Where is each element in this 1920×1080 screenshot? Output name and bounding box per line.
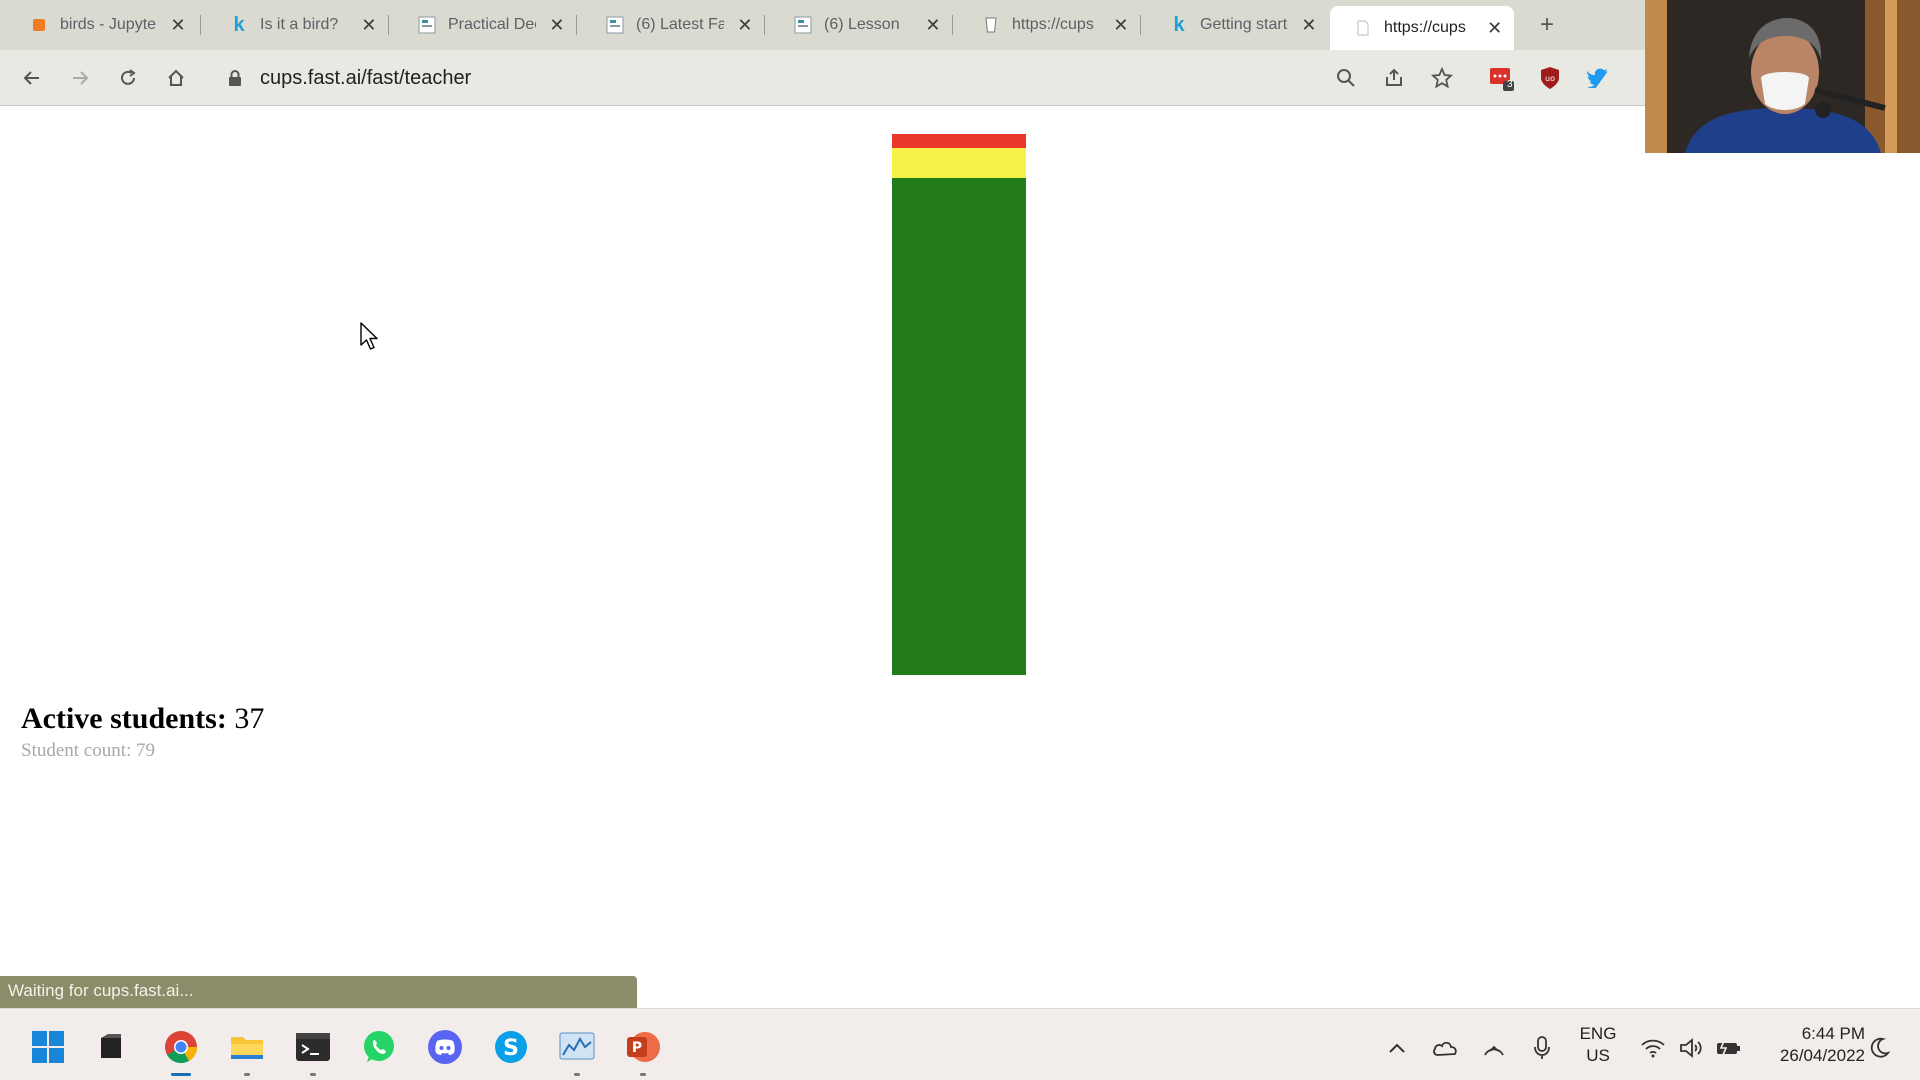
battery-icon[interactable]: [1713, 1033, 1743, 1063]
tab-getting-started[interactable]: k Getting started ✕: [1140, 6, 1328, 44]
active-students-heading: Active students: 37: [21, 702, 264, 736]
reload-button[interactable]: [112, 62, 144, 94]
windows-start-icon[interactable]: [28, 1027, 68, 1067]
forum-icon: [418, 16, 436, 34]
close-icon[interactable]: ✕: [548, 15, 566, 36]
webcam-overlay: [1645, 0, 1920, 153]
new-tab-button[interactable]: +: [1531, 10, 1563, 40]
active-students-count: 37: [234, 702, 265, 735]
tab-birds-jupyter[interactable]: birds - Jupyter ✕: [0, 6, 201, 44]
tab-label: Getting started: [1200, 16, 1288, 33]
skype-icon[interactable]: S: [491, 1027, 531, 1067]
forward-button[interactable]: [64, 62, 96, 94]
cups-red-segment: [892, 134, 1026, 148]
svg-text:S: S: [503, 1036, 519, 1061]
microphone-icon[interactable]: [1527, 1033, 1557, 1063]
tab-cups-teacher[interactable]: https://cups ✕: [1330, 6, 1514, 50]
home-icon: [168, 69, 184, 86]
network-arc-icon[interactable]: [1479, 1033, 1509, 1063]
clock-date: 26/04/2022: [1779, 1046, 1865, 1065]
home-button[interactable]: [160, 62, 192, 94]
tab-cups-student[interactable]: https://cups ✕: [952, 6, 1141, 44]
zoom-icon[interactable]: [1332, 64, 1360, 92]
close-icon[interactable]: ✕: [1112, 15, 1130, 36]
onedrive-cloud-icon[interactable]: [1430, 1033, 1460, 1063]
focus-moon-icon[interactable]: [1865, 1033, 1895, 1063]
language-code: ENG: [1579, 1024, 1617, 1043]
arrow-right-icon: [73, 71, 89, 85]
clock-time: 6:44 PM: [1801, 1024, 1865, 1043]
share-icon[interactable]: [1380, 64, 1408, 92]
reload-icon: [121, 69, 136, 85]
lock-icon: [228, 70, 242, 86]
powerpoint-icon[interactable]: P: [623, 1027, 663, 1076]
student-count-text: Student count: 79: [21, 740, 156, 761]
kaggle-icon: k: [1173, 13, 1185, 36]
file-explorer-icon[interactable]: [227, 1027, 267, 1076]
tab-label: Is it a bird?: [260, 16, 339, 33]
tab-label: Practical Deep: [448, 16, 536, 33]
tab-label: https://cups: [1384, 19, 1466, 36]
back-button[interactable]: [16, 62, 48, 94]
windows-taskbar: S P ENG US 6:44 PM 26/04/2022: [0, 1008, 1920, 1080]
svg-text:P: P: [632, 1040, 642, 1056]
tab-is-it-a-bird[interactable]: k Is it a bird? ✕: [200, 6, 389, 44]
close-icon[interactable]: ✕: [360, 15, 378, 36]
file-icon[interactable]: [91, 1027, 131, 1067]
browser-toolbar: cups.fast.ai/fast/teacher 3 uo: [0, 50, 1920, 106]
mouse-cursor-icon: [360, 322, 382, 357]
volume-icon[interactable]: [1676, 1033, 1706, 1063]
close-icon[interactable]: ✕: [1485, 18, 1504, 39]
chrome-icon[interactable]: [161, 1027, 201, 1076]
tab-latest-fastai[interactable]: (6) Latest Fast ✕: [576, 6, 765, 44]
resource-monitor-icon[interactable]: [557, 1027, 597, 1076]
forum-icon: [606, 16, 624, 34]
forum-icon: [794, 16, 812, 34]
extension-badge: 3: [1507, 79, 1513, 90]
wifi-icon[interactable]: [1638, 1033, 1668, 1063]
tab-strip: birds - Jupyter ✕ k Is it a bird? ✕ Prac…: [0, 0, 1920, 50]
system-clock[interactable]: 6:44 PM 26/04/2022: [1755, 1023, 1865, 1067]
active-students-label: Active students:: [21, 702, 227, 735]
whatsapp-icon[interactable]: [359, 1027, 399, 1067]
chevron-up-icon[interactable]: [1382, 1033, 1412, 1063]
cup-icon: [982, 16, 1000, 34]
browser-status-bar: Waiting for cups.fast.ai...: [0, 976, 637, 1008]
tab-label: birds - Jupyter: [60, 16, 156, 33]
kaggle-icon: k: [233, 13, 245, 36]
close-icon[interactable]: ✕: [168, 15, 188, 36]
tab-lesson[interactable]: (6) Lesson ✕: [764, 6, 953, 44]
jupyter-icon: [30, 16, 48, 34]
url-text: cups.fast.ai/fast/teacher: [260, 66, 472, 89]
cups-green-segment: [892, 178, 1026, 675]
discord-icon[interactable]: [425, 1027, 465, 1067]
ublock-icon[interactable]: uo: [1536, 64, 1564, 92]
arrow-left-icon: [23, 71, 39, 85]
close-icon[interactable]: ✕: [736, 15, 754, 36]
language-indicator[interactable]: ENG US: [1578, 1023, 1618, 1067]
cups-yellow-segment: [892, 148, 1026, 178]
bookmark-star-icon[interactable]: [1428, 64, 1456, 92]
region-code: US: [1586, 1046, 1610, 1065]
tab-label: https://cups: [1012, 16, 1094, 33]
page-icon: [1354, 19, 1372, 37]
close-icon[interactable]: ✕: [924, 15, 942, 36]
terminal-icon[interactable]: [293, 1027, 333, 1076]
tab-practical-deep-learning[interactable]: Practical Deep ✕: [388, 6, 577, 44]
tab-label: (6) Latest Fast: [636, 16, 724, 33]
twitter-icon[interactable]: [1584, 64, 1612, 92]
extension-icon[interactable]: 3: [1488, 64, 1516, 92]
close-icon[interactable]: ✕: [1300, 15, 1318, 36]
cups-status-bar: [892, 134, 1026, 675]
tab-label: (6) Lesson: [824, 16, 900, 33]
svg-text:uo: uo: [1545, 74, 1555, 83]
